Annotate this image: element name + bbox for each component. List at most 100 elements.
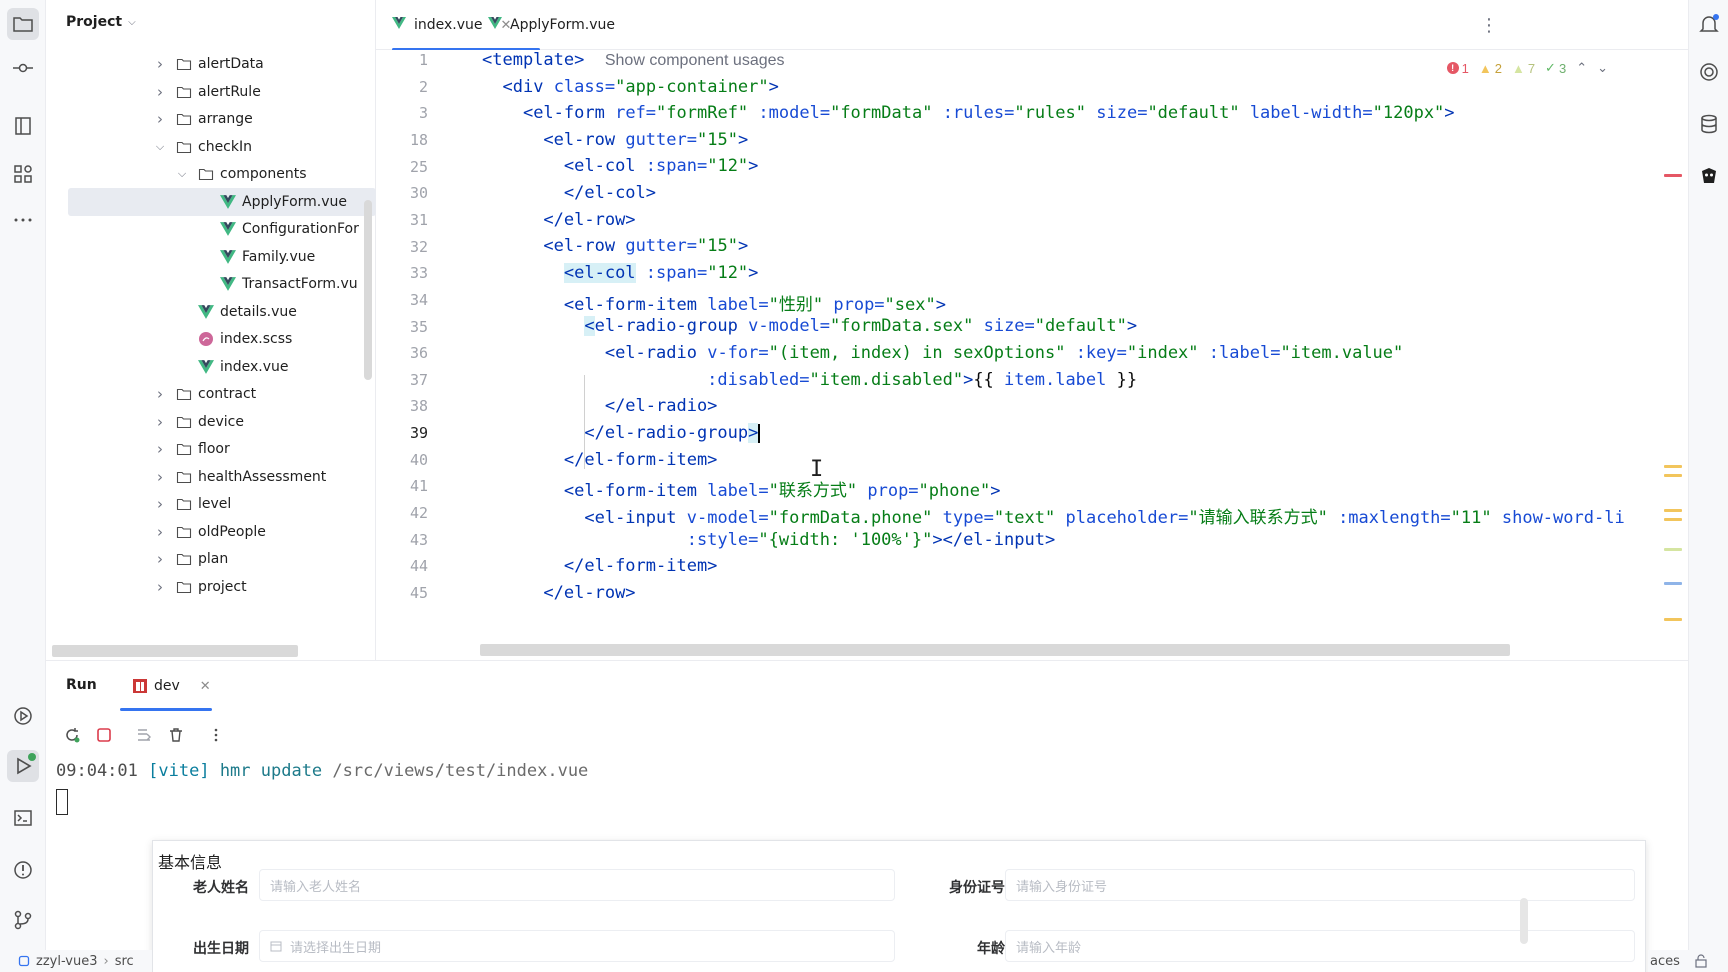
project-vertical-scrollbar[interactable] — [364, 200, 372, 380]
commit-tool-button[interactable] — [7, 52, 39, 84]
ai-assistant-button[interactable] — [1695, 58, 1723, 86]
line-number[interactable]: 31 — [376, 211, 428, 229]
project-horizontal-scrollbar[interactable] — [52, 645, 298, 657]
line-number[interactable]: 25 — [376, 158, 428, 176]
chevron-right-icon[interactable]: › — [154, 83, 166, 101]
line-number[interactable]: 36 — [376, 344, 428, 362]
line-number[interactable]: 18 — [376, 131, 428, 149]
run-tool-button[interactable] — [7, 750, 39, 782]
database-button[interactable] — [1695, 110, 1723, 138]
status-path[interactable]: src — [115, 954, 134, 969]
tree-item[interactable]: › level — [46, 490, 376, 518]
tree-item[interactable]: › contract — [46, 380, 376, 408]
preview-scrollbar[interactable] — [1520, 898, 1528, 944]
tree-item[interactable]: details.vue — [46, 298, 376, 326]
chevron-right-icon[interactable]: › — [154, 110, 166, 128]
id-number-input[interactable]: 请输入身份证号 — [1005, 869, 1635, 901]
status-right-text[interactable]: aces — [1650, 954, 1680, 969]
tree-item[interactable]: ApplyForm.vue — [68, 187, 376, 216]
warning-stripe-marker[interactable] — [1664, 465, 1682, 468]
elder-name-input[interactable]: 请输入老人姓名 — [259, 869, 895, 901]
git-tool-button[interactable] — [7, 904, 39, 936]
error-stripe-marker[interactable] — [1664, 174, 1682, 177]
line-number[interactable]: 34 — [376, 291, 428, 309]
tree-item[interactable]: index.vue — [46, 353, 376, 381]
warning-stripe-marker[interactable] — [1664, 509, 1682, 512]
chevron-right-icon[interactable]: › — [154, 385, 166, 403]
chevron-right-icon[interactable]: › — [154, 413, 166, 431]
weak-warning-stripe-marker[interactable] — [1664, 548, 1682, 551]
chevron-down-icon[interactable]: ⌵ — [154, 140, 166, 154]
line-number[interactable]: 38 — [376, 397, 428, 415]
tree-item[interactable]: ⌵ components — [46, 160, 376, 188]
line-number[interactable]: 44 — [376, 557, 428, 575]
more-vertical-icon[interactable]: ⋮ — [1480, 15, 1498, 36]
rerun-button[interactable] — [60, 723, 84, 747]
tree-item[interactable]: index.scss — [46, 325, 376, 353]
tree-item[interactable]: › healthAssessment — [46, 463, 376, 491]
tree-item[interactable]: › plan — [46, 545, 376, 573]
chevron-up-icon[interactable]: ⌃ — [1576, 60, 1587, 76]
tree-item[interactable]: Family.vue — [46, 243, 376, 271]
age-input[interactable]: 请输入年龄 — [1005, 930, 1635, 962]
line-number[interactable]: 32 — [376, 238, 428, 256]
more-tools-button[interactable] — [7, 204, 39, 236]
close-icon[interactable]: ✕ — [200, 679, 211, 694]
status-project-name[interactable]: zzyl-vue3 — [36, 954, 98, 969]
tree-item[interactable]: › project — [46, 573, 376, 601]
services-tool-button[interactable] — [7, 700, 39, 732]
lock-icon[interactable] — [1694, 954, 1708, 968]
plugins-tool-button[interactable] — [7, 158, 39, 190]
stop-button[interactable] — [92, 723, 116, 747]
project-panel-header[interactable]: Project ⌵ — [66, 14, 136, 30]
component-usage-hint[interactable]: Show component usages — [605, 52, 785, 69]
warning-stripe-marker[interactable] — [1664, 474, 1682, 477]
project-tool-button[interactable] — [7, 8, 39, 40]
line-number[interactable]: 40 — [376, 451, 428, 469]
structure-tool-button[interactable] — [7, 110, 39, 142]
clear-console-button[interactable] — [164, 723, 188, 747]
line-number[interactable]: 2 — [376, 78, 428, 96]
editor-horizontal-scrollbar[interactable] — [480, 644, 1510, 656]
notifications-button[interactable] — [1695, 10, 1723, 38]
line-number[interactable]: 39 — [376, 424, 428, 442]
chevron-right-icon[interactable]: › — [154, 523, 166, 541]
line-number[interactable]: 45 — [376, 584, 428, 602]
tree-item[interactable]: ConfigurationFor — [46, 215, 376, 243]
line-number[interactable]: 43 — [376, 531, 428, 549]
copilot-button[interactable] — [1695, 162, 1723, 190]
tree-item[interactable]: › device — [46, 408, 376, 436]
tree-item[interactable]: › oldPeople — [46, 518, 376, 546]
tree-item[interactable]: TransactForm.vu — [46, 270, 376, 298]
tree-item[interactable]: › floor — [46, 435, 376, 463]
warning-stripe-marker[interactable] — [1664, 518, 1682, 521]
tree-item[interactable]: ⌵ checkIn — [46, 133, 376, 161]
line-number[interactable]: 1 — [376, 51, 428, 69]
more-options-button[interactable] — [204, 723, 228, 747]
tab-applyform-vue[interactable]: ApplyForm.vue — [488, 0, 615, 50]
run-tab-dev[interactable]: dev ✕ — [132, 661, 211, 711]
info-stripe-marker[interactable] — [1664, 582, 1682, 585]
warning-stripe-marker[interactable] — [1664, 618, 1682, 621]
line-number[interactable]: 42 — [376, 504, 428, 522]
chevron-right-icon[interactable]: › — [154, 468, 166, 486]
birth-date-picker[interactable]: 请选择出生日期 — [259, 930, 895, 962]
code-editor[interactable]: ! 1 ▲ 2 ▲ 7 ✓ 3 ⌃ ⌄ 1 2 3 18 25 30 31 32 33 34 35 36 37 3… — [376, 50, 1688, 660]
line-number[interactable]: 41 — [376, 477, 428, 495]
tree-item[interactable]: › alertData — [46, 50, 376, 78]
chevron-right-icon[interactable]: › — [154, 440, 166, 458]
chevron-right-icon[interactable]: › — [154, 550, 166, 568]
chevron-right-icon[interactable]: › — [154, 578, 166, 596]
problems-tool-button[interactable] — [7, 854, 39, 886]
chevron-down-icon[interactable]: ⌵ — [176, 167, 188, 181]
console-path[interactable]: /src/views/test/index.vue — [332, 761, 588, 781]
line-number[interactable]: 37 — [376, 371, 428, 389]
chevron-right-icon[interactable]: › — [154, 495, 166, 513]
line-number[interactable]: 33 — [376, 264, 428, 282]
line-number[interactable]: 35 — [376, 318, 428, 336]
terminal-tool-button[interactable] — [7, 802, 39, 834]
tree-item[interactable]: › alertRule — [46, 78, 376, 106]
chevron-down-icon[interactable]: ⌄ — [1597, 60, 1608, 76]
line-number[interactable]: 3 — [376, 104, 428, 122]
inspection-widget[interactable]: ! 1 ▲ 2 ▲ 7 ✓ 3 ⌃ ⌄ — [1446, 60, 1608, 76]
